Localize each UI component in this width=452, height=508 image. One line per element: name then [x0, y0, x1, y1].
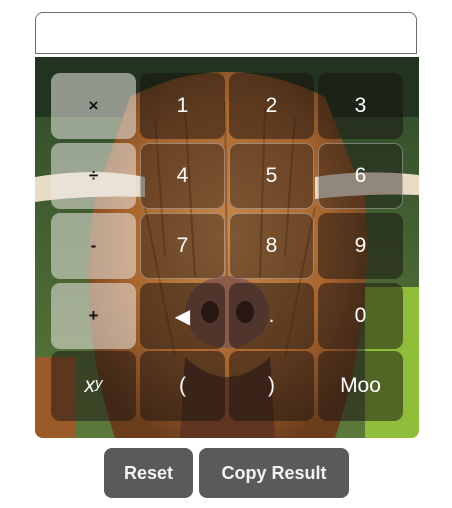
- close-paren-key[interactable]: ): [229, 351, 314, 421]
- keypad: × 1 2 3 ÷ 4 5 6 - 7 8 9 + ◀ . 0 xy ( ) M…: [35, 57, 419, 438]
- decimal-key[interactable]: .: [229, 283, 314, 349]
- multiply-key[interactable]: ×: [51, 73, 136, 139]
- power-exponent-label: y: [95, 374, 103, 392]
- key-8[interactable]: 8: [229, 213, 314, 279]
- key-9[interactable]: 9: [318, 213, 403, 279]
- key-7[interactable]: 7: [140, 213, 225, 279]
- divide-key[interactable]: ÷: [51, 143, 136, 209]
- key-5[interactable]: 5: [229, 143, 314, 209]
- calculator-display[interactable]: [35, 12, 417, 54]
- key-2[interactable]: 2: [229, 73, 314, 139]
- minus-key[interactable]: -: [51, 213, 136, 279]
- plus-key[interactable]: +: [51, 283, 136, 349]
- key-0[interactable]: 0: [318, 283, 403, 349]
- moo-key[interactable]: Moo: [318, 351, 403, 421]
- power-key[interactable]: xy: [51, 351, 136, 421]
- key-1[interactable]: 1: [140, 73, 225, 139]
- key-3[interactable]: 3: [318, 73, 403, 139]
- open-paren-key[interactable]: (: [140, 351, 225, 421]
- backspace-key[interactable]: ◀: [140, 283, 225, 349]
- reset-button[interactable]: Reset: [104, 448, 193, 498]
- backspace-icon: ◀: [174, 305, 191, 328]
- power-base-label: x: [84, 374, 96, 397]
- key-6[interactable]: 6: [318, 143, 403, 209]
- copy-result-button[interactable]: Copy Result: [199, 448, 349, 498]
- key-4[interactable]: 4: [140, 143, 225, 209]
